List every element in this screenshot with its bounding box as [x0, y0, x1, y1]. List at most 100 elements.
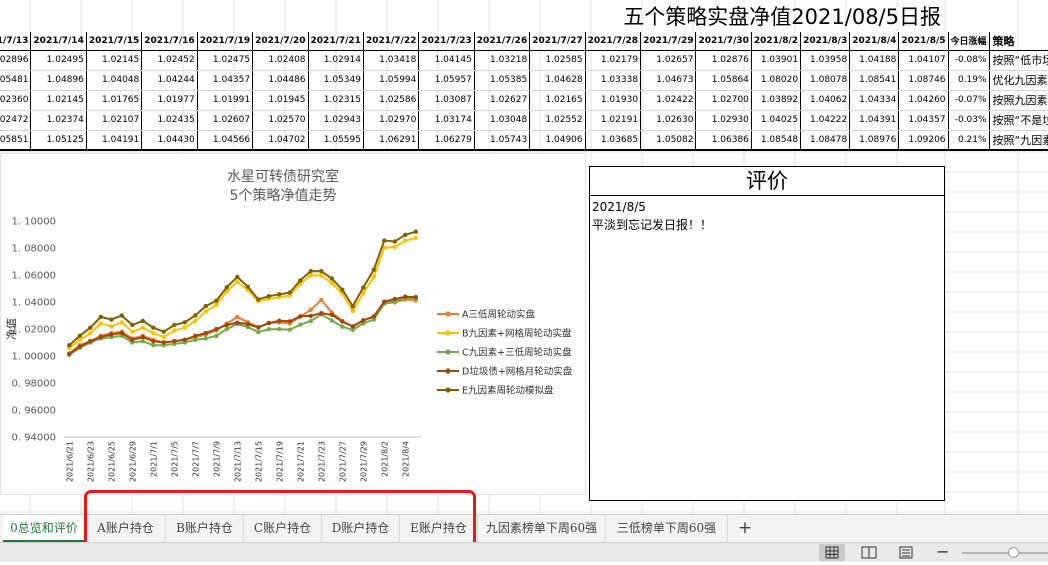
- nav-value-cell[interactable]: 1.02896: [0, 50, 32, 71]
- nav-value-cell[interactable]: 1.05743: [474, 130, 531, 151]
- header-date-cell[interactable]: 2021/7/19: [197, 32, 254, 51]
- header-date-cell[interactable]: 2021/7/30: [695, 32, 752, 51]
- nav-value-cell[interactable]: 1.04566: [197, 130, 254, 151]
- nav-value-cell[interactable]: 1.04107: [898, 50, 949, 71]
- nav-value-cell[interactable]: 1.09206: [898, 130, 949, 151]
- nav-chart[interactable]: 水星可转债研究室 5个策略净值走势 净值 1. 10000 1. 08000 1. 060…: [0, 153, 586, 495]
- nav-value-cell[interactable]: 1.03087: [418, 90, 475, 111]
- nav-value-cell[interactable]: 1.02943: [308, 110, 364, 131]
- nav-value-cell[interactable]: 1.02970: [363, 110, 420, 131]
- nav-value-cell[interactable]: 1.02435: [141, 110, 198, 131]
- nav-value-cell[interactable]: 1.04357: [898, 110, 949, 131]
- nav-value-cell[interactable]: 1.05125: [30, 130, 87, 151]
- nav-value-cell[interactable]: 1.05957: [418, 70, 475, 91]
- nav-value-cell[interactable]: 1.02586: [363, 90, 420, 111]
- nav-value-cell[interactable]: 1.04702: [252, 130, 309, 151]
- nav-value-cell[interactable]: 1.01977: [141, 90, 198, 111]
- nav-value-cell[interactable]: 1.02145: [86, 50, 143, 71]
- nav-value-cell[interactable]: 1.04486: [252, 70, 309, 91]
- nav-value-cell[interactable]: 1.04391: [849, 110, 900, 131]
- header-date-cell[interactable]: 2021/7/20: [252, 32, 309, 51]
- nav-value-cell[interactable]: 1.04244: [141, 70, 198, 91]
- nav-value-cell[interactable]: 1.04025: [751, 110, 802, 131]
- nav-value-cell[interactable]: 1.02627: [474, 90, 531, 111]
- nav-value-cell[interactable]: 1.05595: [308, 130, 364, 151]
- header-date-cell[interactable]: 2021/8/4: [849, 32, 900, 51]
- header-date-cell[interactable]: 2021/7/22: [363, 32, 420, 51]
- nav-value-cell[interactable]: 1.08478: [800, 130, 851, 151]
- header-date-cell[interactable]: 2021/8/3: [800, 32, 851, 51]
- nav-value-cell[interactable]: 1.08746: [898, 70, 949, 91]
- nav-value-cell[interactable]: 1.02315: [308, 90, 364, 111]
- nav-value-cell[interactable]: 1.05082: [640, 130, 697, 151]
- strategy-cell[interactable]: 按照“九因素打分: [989, 130, 1048, 151]
- page-layout-icon[interactable]: [856, 544, 882, 561]
- nav-value-cell[interactable]: 1.08548: [751, 130, 802, 151]
- nav-value-cell[interactable]: 1.04260: [898, 90, 949, 111]
- nav-value-cell[interactable]: 1.02495: [30, 50, 87, 71]
- header-date-cell[interactable]: 2021/7/27: [529, 32, 586, 51]
- nav-value-cell[interactable]: 1.01765: [86, 90, 143, 111]
- nav-value-cell[interactable]: 1.04334: [849, 90, 900, 111]
- nav-value-cell[interactable]: 1.02607: [197, 110, 254, 131]
- header-date-cell[interactable]: 2021/7/23: [418, 32, 475, 51]
- nav-value-cell[interactable]: 1.08078: [800, 70, 851, 91]
- header-date-cell[interactable]: 2021/7/21: [308, 32, 364, 51]
- nav-value-cell[interactable]: 1.02422: [640, 90, 697, 111]
- header-strategy-cell[interactable]: 策略: [989, 32, 1048, 51]
- header-date-cell[interactable]: 2021/7/16: [141, 32, 198, 51]
- nav-value-cell[interactable]: 1.04191: [86, 130, 143, 151]
- header-change-cell[interactable]: 今日涨幅: [948, 32, 990, 51]
- nav-value-cell[interactable]: 1.02570: [252, 110, 309, 131]
- nav-value-cell[interactable]: 1.08976: [849, 130, 900, 151]
- tab-account-b[interactable]: B账户持仓: [166, 515, 244, 542]
- nav-value-cell[interactable]: 1.02179: [585, 50, 642, 71]
- nav-value-cell[interactable]: 1.02700: [695, 90, 752, 111]
- nav-value-cell[interactable]: 1.02452: [141, 50, 198, 71]
- nav-value-cell[interactable]: 1.04430: [141, 130, 198, 151]
- normal-view-icon[interactable]: [819, 544, 845, 561]
- nav-value-cell[interactable]: 1.05481: [0, 70, 32, 91]
- nav-value-cell[interactable]: 1.01991: [197, 90, 254, 111]
- nav-value-cell[interactable]: 1.03418: [363, 50, 420, 71]
- zoom-out-button[interactable]: −: [936, 542, 949, 561]
- nav-value-cell[interactable]: 1.02374: [30, 110, 87, 131]
- nav-value-cell[interactable]: 1.04357: [197, 70, 254, 91]
- tab-account-c[interactable]: C账户持仓: [244, 515, 322, 542]
- nav-value-cell[interactable]: 1.05349: [308, 70, 364, 91]
- header-date-cell[interactable]: 2021/7/13: [0, 32, 32, 51]
- daily-change-cell[interactable]: 0.19%: [948, 70, 990, 91]
- strategy-cell[interactable]: 按照“低市场价格: [989, 50, 1048, 71]
- nav-value-cell[interactable]: 1.05385: [474, 70, 531, 91]
- nav-value-cell[interactable]: 1.02165: [529, 90, 586, 111]
- header-date-cell[interactable]: 2021/7/28: [585, 32, 642, 51]
- zoom-slider-thumb[interactable]: [1008, 547, 1019, 558]
- nav-value-cell[interactable]: 1.05864: [695, 70, 752, 91]
- nav-value-cell[interactable]: 1.04145: [418, 50, 475, 71]
- nav-value-cell[interactable]: 1.03685: [585, 130, 642, 151]
- header-date-cell[interactable]: 2021/7/15: [86, 32, 143, 51]
- nav-value-cell[interactable]: 1.04222: [800, 110, 851, 131]
- tab-account-e[interactable]: E账户持仓: [400, 515, 478, 542]
- nav-value-cell[interactable]: 1.04906: [529, 130, 586, 151]
- nav-value-cell[interactable]: 1.01930: [585, 90, 642, 111]
- strategy-cell[interactable]: 优化九因素策略：: [989, 70, 1048, 91]
- nav-value-cell[interactable]: 1.02145: [30, 90, 87, 111]
- nav-value-cell[interactable]: 1.04673: [640, 70, 697, 91]
- nav-value-cell[interactable]: 1.04062: [800, 90, 851, 111]
- nav-value-cell[interactable]: 1.05994: [363, 70, 420, 91]
- daily-change-cell[interactable]: 0.21%: [948, 130, 990, 151]
- nav-value-cell[interactable]: 1.03338: [585, 70, 642, 91]
- nav-value-cell[interactable]: 1.03892: [751, 90, 802, 111]
- daily-change-cell[interactable]: -0.03%: [948, 110, 990, 131]
- evaluation-box[interactable]: 评价 2021/8/5 平淡到忘记发日报！！: [589, 166, 945, 501]
- nav-value-cell[interactable]: 1.02475: [197, 50, 254, 71]
- nav-value-cell[interactable]: 1.06279: [418, 130, 475, 151]
- nav-value-cell[interactable]: 1.02930: [695, 110, 752, 131]
- nav-value-cell[interactable]: 1.02107: [86, 110, 143, 131]
- nav-value-cell[interactable]: 1.01945: [252, 90, 309, 111]
- nav-value-cell[interactable]: 1.08541: [849, 70, 900, 91]
- nav-value-cell[interactable]: 1.02630: [640, 110, 697, 131]
- nav-value-cell[interactable]: 1.04048: [86, 70, 143, 91]
- nav-value-cell[interactable]: 1.02914: [308, 50, 364, 71]
